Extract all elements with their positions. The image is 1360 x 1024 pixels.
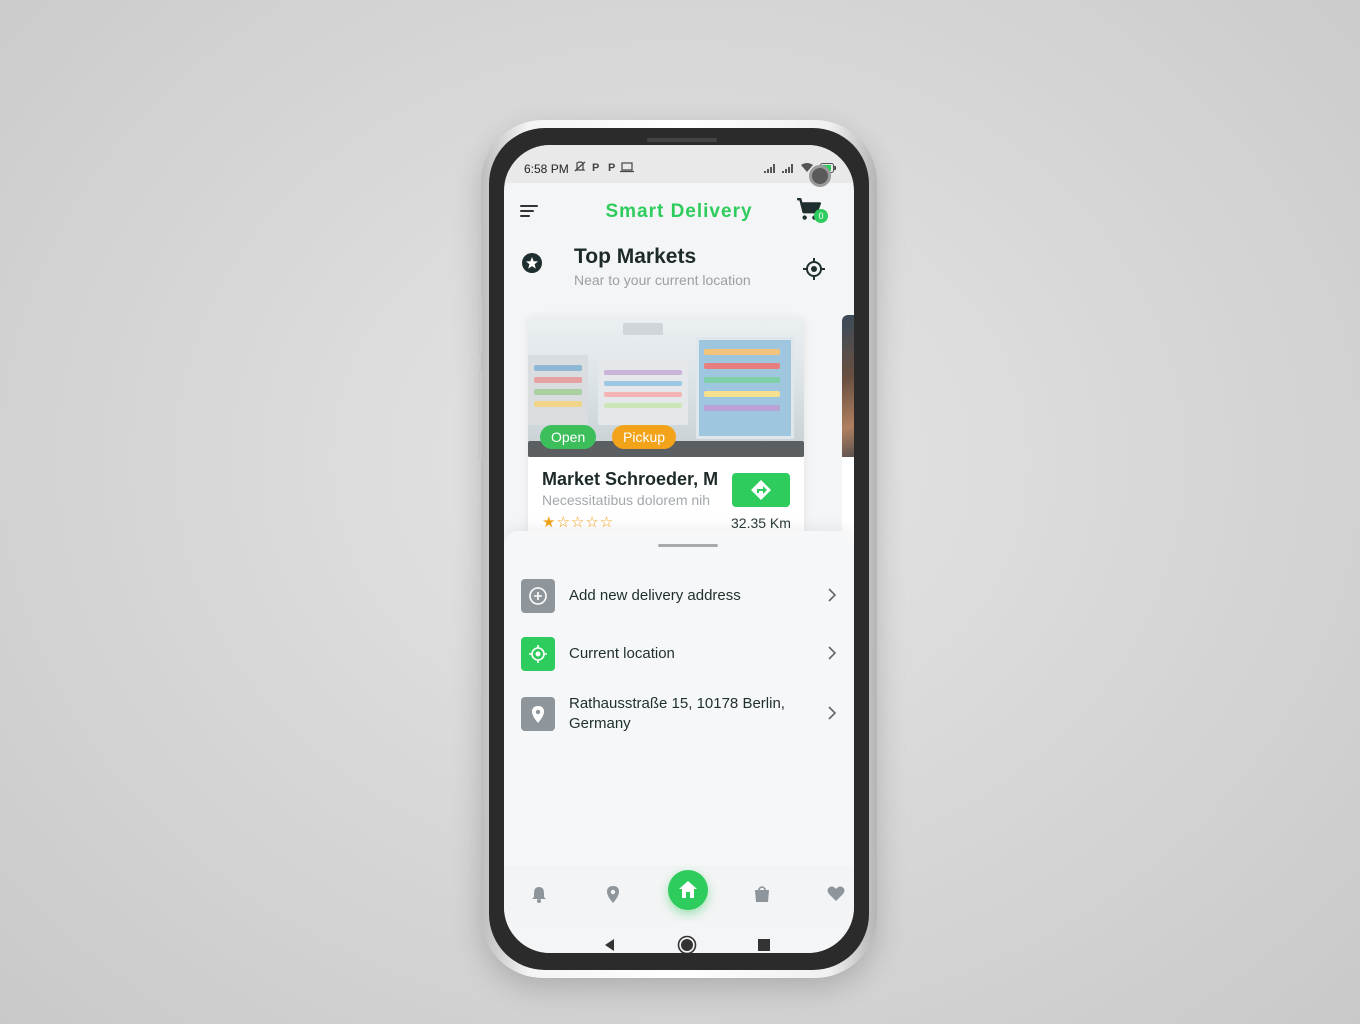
status-tag-pickup: Pickup: [612, 425, 677, 449]
status-time: 6:58 PM: [524, 162, 569, 176]
market-card-2[interactable]: O G Mi ★: [842, 315, 854, 555]
current-location-icon: [521, 637, 555, 671]
svg-text:P: P: [608, 162, 620, 173]
status-bar: 6:58 PM P P: [504, 145, 854, 187]
volume-button: [478, 295, 482, 355]
favorites-heart-icon[interactable]: [826, 884, 846, 904]
cart-badge: 0: [814, 209, 828, 223]
back-icon[interactable]: [603, 938, 617, 952]
chevron-right-icon: [828, 588, 837, 602]
add-circle-icon: [521, 579, 555, 613]
home-system-icon[interactable]: [677, 935, 697, 953]
market-image: Open Pickup: [528, 315, 804, 457]
sheet-drag-handle[interactable]: [658, 544, 718, 547]
power-button: [478, 370, 482, 460]
system-navigation-bar: [504, 922, 854, 953]
place-pin-icon: [521, 697, 555, 731]
saved-address-row[interactable]: Rathausstraße 15, 10178 Berlin, Germany: [521, 694, 853, 734]
my-location-icon[interactable]: [802, 257, 826, 281]
section-subtitle: Near to your current location: [574, 272, 751, 288]
chevron-right-icon: [828, 646, 837, 660]
rating-stars: ★☆☆☆☆: [542, 514, 615, 531]
current-location-label: Current location: [569, 645, 675, 662]
cart-button[interactable]: 0: [796, 197, 828, 227]
home-icon: [679, 881, 697, 898]
signal-icon: [764, 163, 775, 173]
market-name: Market Schroeder, M: [542, 469, 717, 489]
notification-icons: P P: [574, 161, 634, 176]
screen: 6:58 PM P P Smart Delivery 0 Top Markets…: [504, 145, 854, 953]
add-address-row[interactable]: Add new delivery address: [521, 576, 853, 616]
market-description: Necessitatibus dolorem nih: [542, 492, 711, 508]
add-address-label: Add new delivery address: [569, 587, 741, 604]
chevron-right-icon: [828, 706, 837, 720]
speaker: [647, 138, 717, 142]
phone-bezel: 6:58 PM P P Smart Delivery 0 Top Markets…: [489, 128, 869, 970]
notifications-icon[interactable]: [529, 884, 549, 904]
market-distance: 32.35 Km: [731, 515, 791, 531]
app-bar: Smart Delivery 0: [504, 183, 854, 243]
recents-icon[interactable]: [758, 939, 770, 951]
market-card[interactable]: Open Pickup Market Schroeder, M Necessit…: [528, 315, 804, 555]
shopping-bag-icon[interactable]: [752, 884, 772, 904]
svg-text:P: P: [592, 162, 604, 173]
star-circle-icon: [522, 253, 542, 273]
section-title: Top Markets: [574, 245, 697, 268]
address-bottom-sheet: Add new delivery address Current locatio…: [504, 531, 854, 871]
bottom-navigation: [504, 866, 854, 922]
home-button[interactable]: [668, 870, 708, 910]
directions-icon: [751, 480, 771, 500]
notification-icons-glyphs: P P: [574, 161, 634, 174]
market-image-2: O: [842, 315, 854, 457]
signal-icon-2: [782, 163, 793, 173]
saved-address-label: Rathausstraße 15, 10178 Berlin, Germany: [569, 695, 785, 732]
status-tag-open: Open: [540, 425, 597, 449]
directions-button[interactable]: [732, 473, 790, 507]
map-pin-icon[interactable]: [603, 884, 623, 904]
phone-frame: 6:58 PM P P Smart Delivery 0 Top Markets…: [478, 120, 877, 978]
current-location-row[interactable]: Current location: [521, 634, 853, 674]
